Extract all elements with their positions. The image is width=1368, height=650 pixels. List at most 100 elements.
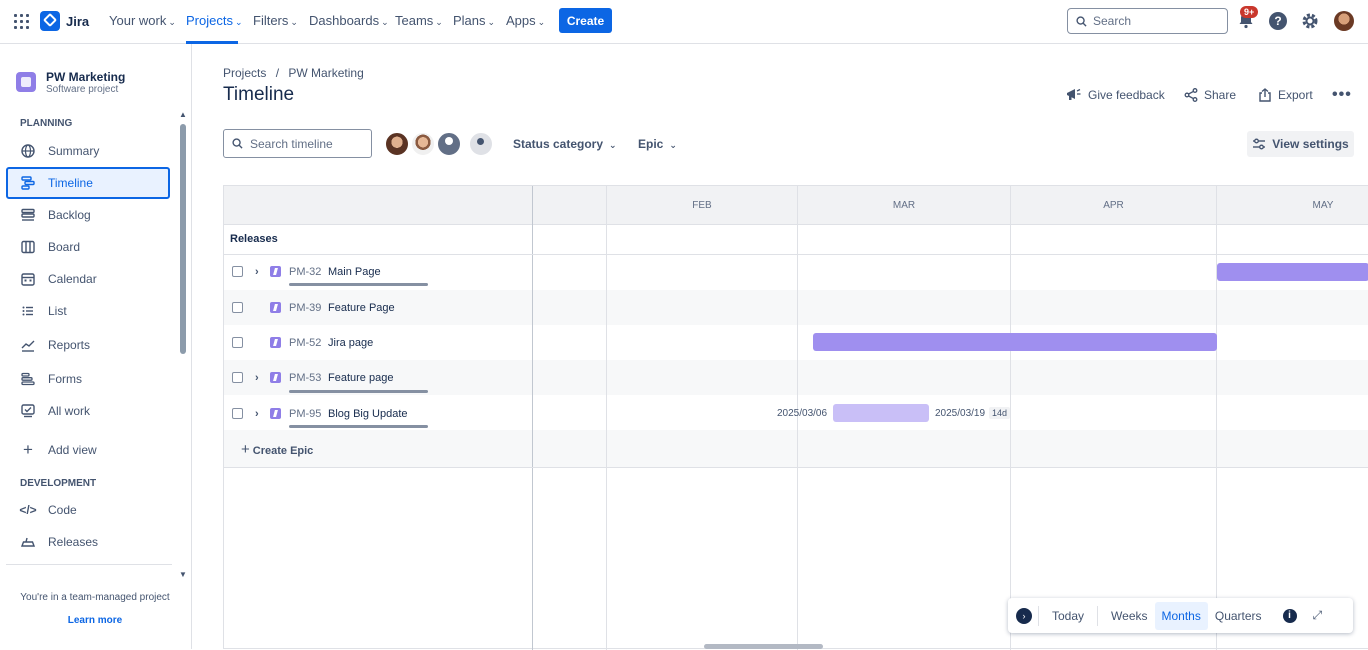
- project-type: Software project: [46, 84, 119, 95]
- sidebar-item-reports[interactable]: Reports: [6, 329, 170, 361]
- sidebar-item-label: Board: [48, 240, 81, 254]
- epic-bar-blog-update[interactable]: [833, 404, 929, 422]
- sidebar-item-calendar[interactable]: Calendar: [6, 263, 170, 295]
- row-checkbox[interactable]: [232, 408, 243, 419]
- sidebar-item-timeline[interactable]: Timeline: [6, 167, 170, 199]
- row-checkbox[interactable]: [232, 337, 243, 348]
- nav-plans[interactable]: Plans ⌄: [453, 13, 495, 28]
- view-settings-button[interactable]: View settings: [1247, 131, 1354, 157]
- share-button[interactable]: Share: [1184, 88, 1236, 102]
- jira-logo[interactable]: Jira: [40, 11, 89, 31]
- epic-key[interactable]: PM-32: [289, 266, 321, 278]
- chevron-right-icon[interactable]: ›: [1016, 607, 1032, 624]
- chevron-right-icon[interactable]: ›: [255, 266, 259, 278]
- sidebar-item-all-work[interactable]: All work: [6, 395, 170, 427]
- nav-teams[interactable]: Teams ⌄: [395, 13, 443, 28]
- jira-logo-icon: [40, 11, 60, 31]
- button-label: Share: [1204, 88, 1237, 102]
- assignee-avatar[interactable]: [384, 131, 410, 157]
- epic-title[interactable]: Main Page: [328, 266, 381, 278]
- project-sidebar: PW Marketing Software project PLANNING S…: [0, 44, 192, 649]
- chevron-right-icon[interactable]: ›: [255, 408, 259, 420]
- chevron-right-icon[interactable]: ›: [255, 372, 259, 384]
- nav-your-work[interactable]: Your work ⌄: [109, 13, 176, 28]
- scroll-down-arrow-icon[interactable]: ▼: [179, 570, 187, 579]
- sidebar-item-summary[interactable]: Summary: [6, 135, 170, 167]
- project-name[interactable]: PW Marketing: [46, 70, 125, 84]
- sidebar-item-backlog[interactable]: Backlog: [6, 199, 170, 231]
- epic-icon: [270, 302, 281, 313]
- nav-projects[interactable]: Projects ⌄: [186, 13, 243, 28]
- nav-apps[interactable]: Apps ⌄: [506, 13, 545, 28]
- learn-more-link[interactable]: Learn more: [0, 615, 190, 626]
- fullscreen-icon[interactable]: ⤢: [1313, 608, 1323, 623]
- epic-bar-main-page[interactable]: [1217, 263, 1368, 281]
- give-feedback-button[interactable]: Give feedback: [1066, 88, 1165, 102]
- more-actions-icon[interactable]: •••: [1332, 86, 1352, 104]
- user-avatar[interactable]: [1334, 11, 1354, 31]
- settings-gear-icon[interactable]: [1300, 11, 1320, 31]
- create-epic-button[interactable]: + Create Epic: [241, 441, 313, 458]
- add-people-icon[interactable]: [468, 131, 494, 157]
- all-work-icon: [20, 403, 36, 419]
- team-managed-note: You're in a team-managed project: [20, 592, 170, 603]
- scroll-up-arrow-icon[interactable]: ▲: [179, 110, 187, 119]
- unassigned-avatar-icon[interactable]: [436, 131, 462, 157]
- months-button[interactable]: Months: [1154, 601, 1208, 630]
- button-label: Create Epic: [252, 445, 314, 457]
- status-category-dropdown[interactable]: Status category ⌄: [513, 137, 617, 151]
- sidebar-item-label: Summary: [48, 144, 100, 158]
- export-button[interactable]: Export: [1258, 88, 1313, 102]
- search-timeline-input[interactable]: Search timeline: [223, 129, 372, 158]
- epic-bar-jira-page[interactable]: [813, 333, 1217, 351]
- dropdown-label: Status category: [513, 137, 604, 151]
- sidebar-item-label: Code: [48, 503, 77, 517]
- breadcrumb-projects[interactable]: Projects: [223, 66, 266, 80]
- epic-row[interactable]: › PM-53 Feature page: [224, 360, 532, 395]
- info-icon[interactable]: i: [1282, 608, 1297, 623]
- assignee-avatar[interactable]: [410, 131, 436, 157]
- epic-title[interactable]: Feature page: [328, 372, 393, 384]
- code-icon: </>: [19, 503, 37, 517]
- app-switcher-icon[interactable]: [14, 14, 29, 29]
- epic-title[interactable]: Jira page: [328, 337, 373, 349]
- epic-dropdown[interactable]: Epic ⌄: [638, 137, 677, 151]
- weeks-button[interactable]: Weeks: [1104, 602, 1154, 630]
- epic-title[interactable]: Blog Big Update: [328, 408, 408, 420]
- breadcrumb-separator: /: [275, 66, 280, 80]
- help-icon[interactable]: ?: [1269, 12, 1287, 30]
- megaphone-icon: [1067, 88, 1081, 100]
- nav-dashboards[interactable]: Dashboards ⌄: [309, 13, 389, 28]
- sidebar-scrollbar[interactable]: [180, 124, 186, 354]
- quarters-button[interactable]: Quarters: [1208, 602, 1269, 630]
- global-search-input[interactable]: Search: [1067, 8, 1228, 34]
- epic-row[interactable]: › PM-95 Blog Big Update: [224, 396, 532, 431]
- nav-filters[interactable]: Filters ⌄: [253, 13, 298, 28]
- row-checkbox[interactable]: [232, 266, 243, 277]
- epic-row[interactable]: › PM-32 Main Page: [224, 254, 532, 289]
- timeline-zoom-controls: › Today Weeks Months Quarters i ⤢: [1008, 598, 1353, 633]
- epic-key[interactable]: PM-39: [289, 302, 321, 314]
- epic-key[interactable]: PM-95: [289, 408, 321, 420]
- create-button[interactable]: Create: [559, 8, 612, 33]
- column-divider: [532, 186, 533, 650]
- sidebar-item-code[interactable]: </> Code: [6, 494, 170, 526]
- sidebar-item-forms[interactable]: Forms: [6, 363, 170, 395]
- sidebar-item-board[interactable]: Board: [6, 231, 170, 263]
- sidebar-item-releases[interactable]: Releases: [6, 526, 170, 558]
- epic-row[interactable]: PM-39 Feature Page: [224, 290, 532, 325]
- epic-row[interactable]: PM-52 Jira page: [224, 325, 532, 360]
- today-button[interactable]: Today: [1045, 602, 1091, 630]
- epic-title[interactable]: Feature Page: [328, 302, 395, 314]
- epic-key[interactable]: PM-52: [289, 337, 321, 349]
- epic-key[interactable]: PM-53: [289, 372, 321, 384]
- sidebar-item-list[interactable]: List: [6, 295, 170, 327]
- chevron-down-icon: ⌄: [609, 140, 617, 150]
- sidebar-add-view[interactable]: + Add view: [6, 434, 170, 466]
- month-divider: [606, 186, 607, 650]
- row-checkbox[interactable]: [232, 302, 243, 313]
- breadcrumb-project[interactable]: PW Marketing: [288, 66, 363, 80]
- row-checkbox[interactable]: [232, 372, 243, 383]
- project-avatar-icon: [16, 72, 36, 92]
- horizontal-scrollbar[interactable]: [704, 644, 823, 649]
